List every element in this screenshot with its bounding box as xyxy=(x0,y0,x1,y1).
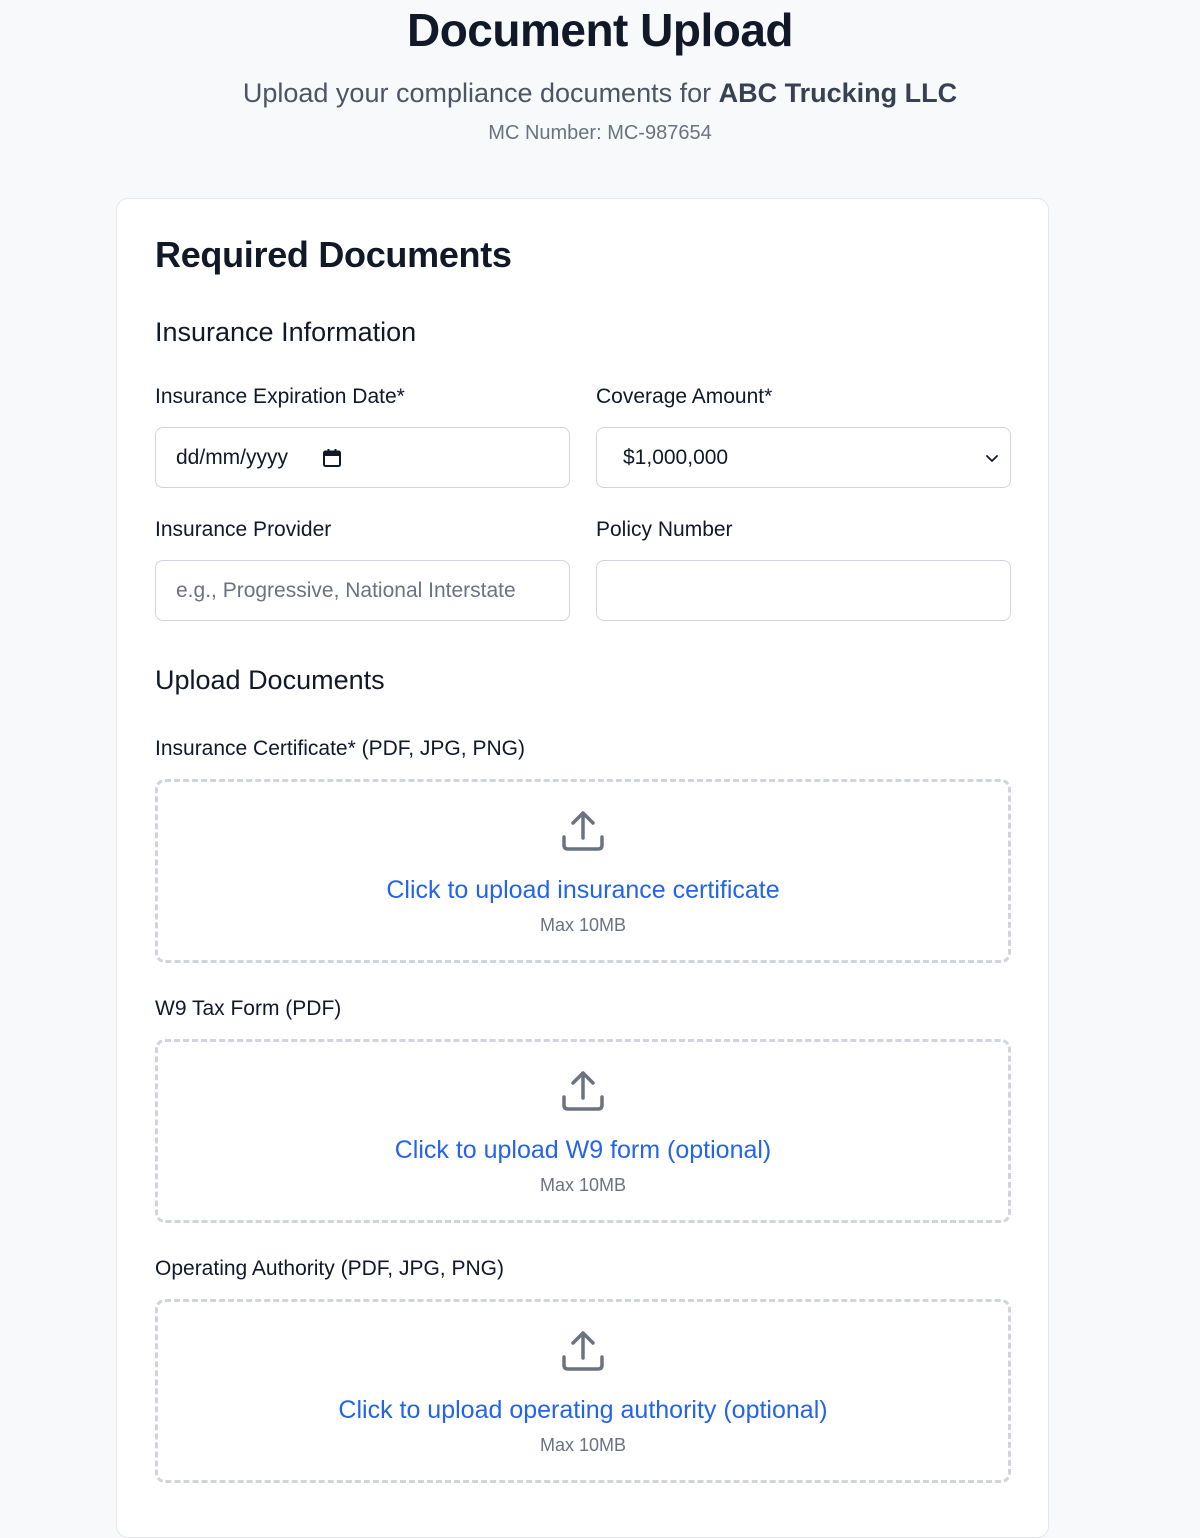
insurance-provider-label: Insurance Provider xyxy=(155,518,332,541)
expiration-date-value: dd/mm/yyyy xyxy=(176,445,289,469)
coverage-amount-group: Coverage Amount* $1,000,000 xyxy=(596,383,1011,488)
upload-icon xyxy=(560,1068,606,1116)
w9-dropzone[interactable]: Click to upload W9 form (optional) Max 1… xyxy=(155,1039,1011,1223)
w9-max-size: Max 10MB xyxy=(539,1175,627,1195)
coverage-amount-label: Coverage Amount* xyxy=(596,385,773,408)
insurance-section-title: Insurance Information xyxy=(155,317,417,347)
operating-authority-max-size: Max 10MB xyxy=(539,1435,627,1455)
insurance-row-1: Insurance Expiration Date* dd/mm/yyyy Co… xyxy=(155,383,1011,488)
page-subtitle: Upload your compliance documents for ABC… xyxy=(0,76,1200,110)
insurance-certificate-max-size: Max 10MB xyxy=(539,915,627,935)
card-title: Required Documents xyxy=(155,234,512,275)
expiration-date-group: Insurance Expiration Date* dd/mm/yyyy xyxy=(155,383,570,488)
insurance-provider-input[interactable] xyxy=(155,560,570,621)
upload-icon xyxy=(560,1328,606,1376)
coverage-amount-value: $1,000,000 xyxy=(623,445,729,469)
policy-number-input[interactable] xyxy=(596,560,1011,621)
operating-authority-label: Operating Authority (PDF, JPG, PNG) xyxy=(155,1257,504,1280)
operating-authority-dropzone[interactable]: Click to upload operating authority (opt… xyxy=(155,1299,1011,1483)
insurance-certificate-label: Insurance Certificate* (PDF, JPG, PNG) xyxy=(155,737,525,760)
calendar-icon[interactable] xyxy=(322,448,342,468)
policy-number-label: Policy Number xyxy=(596,518,733,541)
insurance-certificate-upload-link[interactable]: Click to upload insurance certificate xyxy=(386,874,779,906)
insurance-row-2: Insurance Provider Policy Number xyxy=(155,516,1011,621)
required-documents-card: Required Documents Insurance Information… xyxy=(116,198,1049,1538)
chevron-down-icon xyxy=(984,450,1000,466)
expiration-date-label: Insurance Expiration Date* xyxy=(155,385,405,408)
company-name: ABC Trucking LLC xyxy=(718,78,958,108)
insurance-provider-group: Insurance Provider xyxy=(155,516,570,621)
coverage-amount-select[interactable]: $1,000,000 xyxy=(596,427,1011,488)
w9-label: W9 Tax Form (PDF) xyxy=(155,997,342,1020)
page-header: Document Upload Upload your compliance d… xyxy=(0,0,1200,146)
w9-upload-link[interactable]: Click to upload W9 form (optional) xyxy=(395,1134,772,1166)
upload-icon xyxy=(560,808,606,856)
mc-number: MC Number: MC-987654 xyxy=(488,122,712,144)
expiration-date-input[interactable]: dd/mm/yyyy xyxy=(155,427,570,488)
insurance-certificate-upload-group: Insurance Certificate* (PDF, JPG, PNG) C… xyxy=(155,735,1011,963)
page-title: Document Upload xyxy=(406,4,794,56)
operating-authority-upload-group: Operating Authority (PDF, JPG, PNG) Clic… xyxy=(155,1255,1011,1483)
operating-authority-upload-link[interactable]: Click to upload operating authority (opt… xyxy=(338,1394,827,1426)
subtitle-text: Upload your compliance documents for xyxy=(242,78,719,108)
policy-number-group: Policy Number xyxy=(596,516,1011,621)
insurance-certificate-dropzone[interactable]: Click to upload insurance certificate Ma… xyxy=(155,779,1011,963)
upload-section-title: Upload Documents xyxy=(155,665,385,695)
w9-upload-group: W9 Tax Form (PDF) Click to upload W9 for… xyxy=(155,995,1011,1223)
